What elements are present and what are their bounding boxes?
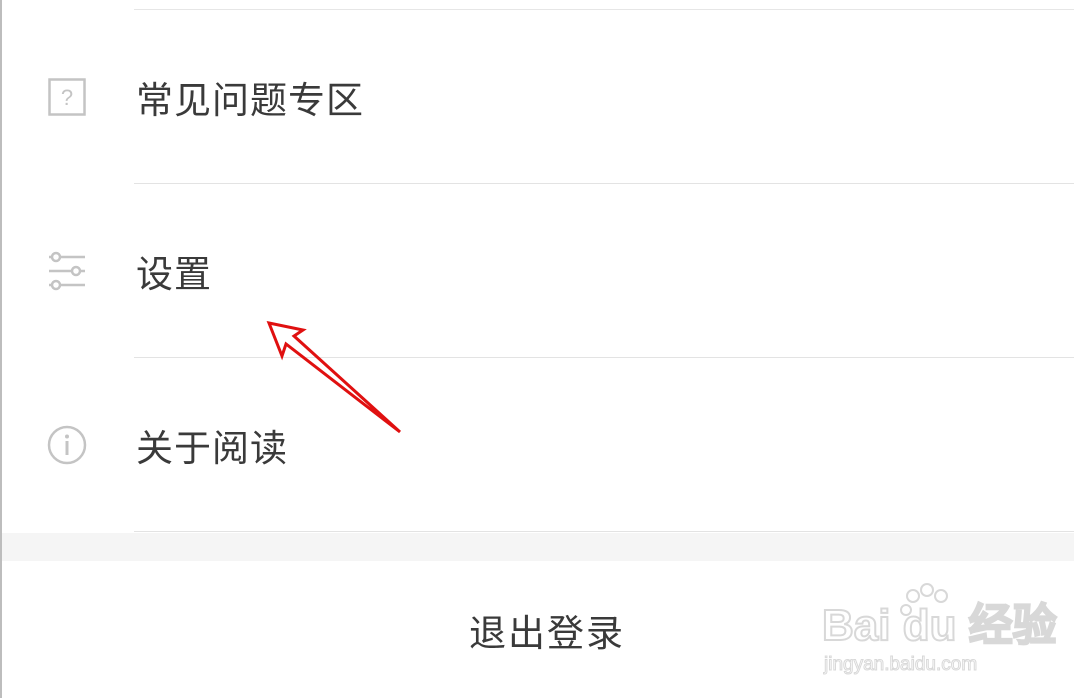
- help-square-icon: ?: [46, 76, 88, 118]
- logout-label: 退出登录: [469, 611, 625, 655]
- menu-item-label: 设置: [136, 253, 212, 296]
- settings-page: ? 常见问题专区 设置 关于阅读 退出登录 Bai du 经验 jingyan.…: [0, 0, 1074, 698]
- menu-item-settings[interactable]: 设置: [2, 184, 1074, 358]
- section-gap: [2, 533, 1074, 561]
- svg-text:?: ?: [61, 85, 73, 110]
- menu-item-about[interactable]: 关于阅读: [2, 358, 1074, 532]
- sliders-icon: [46, 250, 88, 292]
- menu-divider: [134, 531, 1074, 532]
- logout-button[interactable]: 退出登录: [2, 561, 1074, 698]
- info-circle-icon: [46, 424, 88, 466]
- menu-item-label: 常见问题专区: [136, 79, 364, 122]
- menu-item-faq[interactable]: ? 常见问题专区: [2, 10, 1074, 184]
- menu-item-label: 关于阅读: [136, 427, 288, 470]
